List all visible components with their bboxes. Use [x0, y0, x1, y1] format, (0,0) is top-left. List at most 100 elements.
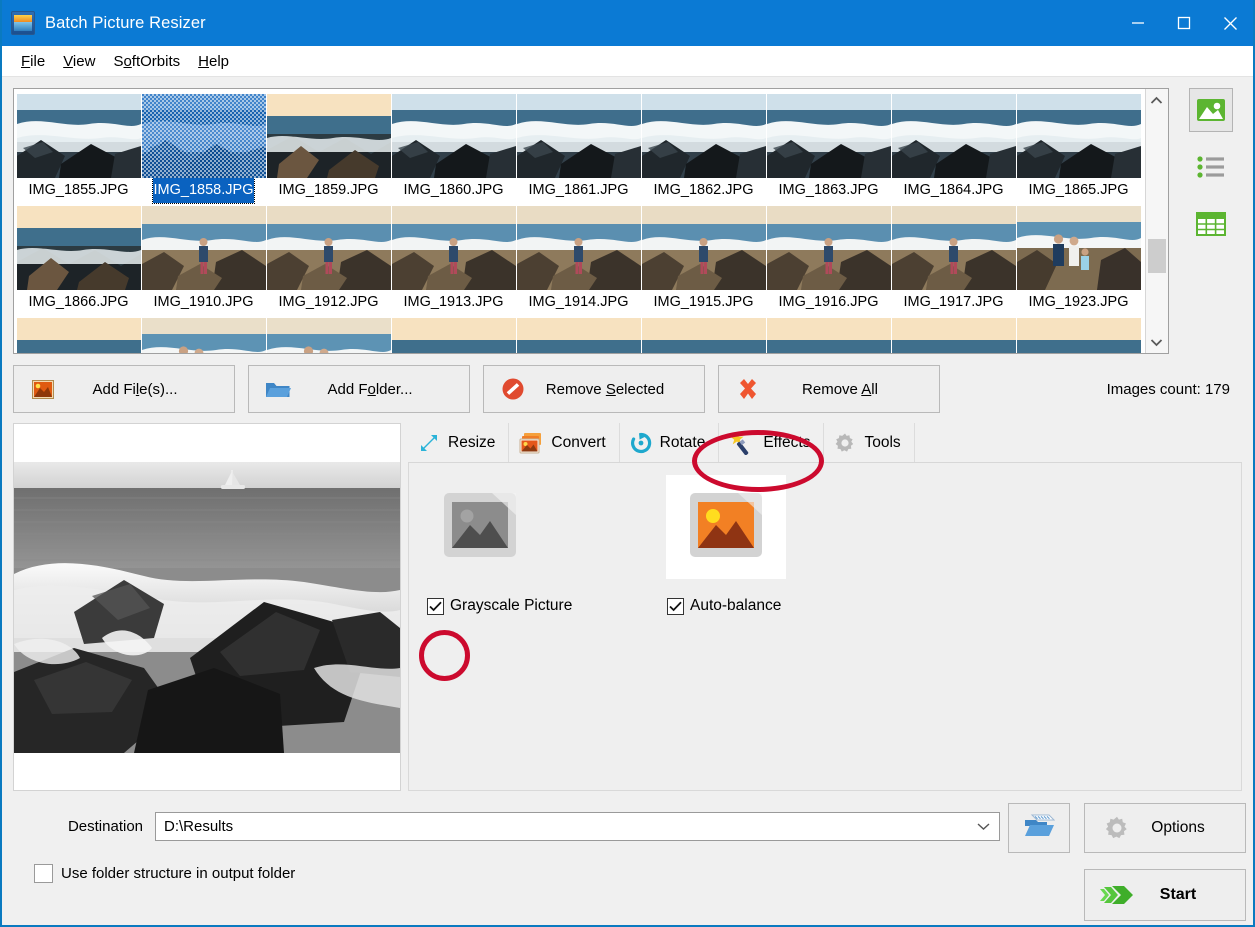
remove-all-button[interactable]: Remove All — [718, 365, 940, 413]
thumbnail-item[interactable] — [891, 315, 1016, 353]
thumbnail-item[interactable]: IMG_1859.JPG — [266, 91, 391, 203]
thumbnail-item[interactable]: IMG_1916.JPG — [766, 203, 891, 315]
tab-tools[interactable]: Tools — [824, 423, 915, 462]
thumbnail-list[interactable]: IMG_1855.JPG IMG_1858.JPG IMG_1859.JPG IMG_… — [13, 88, 1169, 354]
destination-input[interactable]: D:\Results — [155, 811, 1000, 841]
thumbnail-item[interactable] — [16, 315, 141, 353]
tab-effects[interactable]: Effects — [719, 423, 825, 462]
menu-item-file[interactable]: File — [12, 50, 54, 73]
thumbnail-scroll-area: IMG_1855.JPG IMG_1858.JPG IMG_1859.JPG IMG_… — [14, 89, 1145, 353]
thumbnail-image — [516, 206, 641, 290]
folder-structure-row[interactable]: Use folder structure in output folder — [34, 864, 1000, 883]
scroll-down-icon[interactable] — [1146, 331, 1168, 353]
magic-wand-icon — [729, 431, 755, 455]
thumbnail-item[interactable] — [766, 315, 891, 353]
thumbnail-image — [391, 206, 516, 290]
file-actions-toolbar: Add File(s)... Add Folder... Remove Sele… — [13, 365, 1242, 413]
thumbnail-filename: IMG_1914.JPG — [528, 294, 629, 310]
view-mode-thumbnails[interactable] — [1189, 88, 1234, 132]
thumbnail-item[interactable]: IMG_1912.JPG — [266, 203, 391, 315]
tab-convert[interactable]: Convert — [509, 423, 620, 462]
start-button[interactable]: Start — [1084, 869, 1246, 921]
thumbnail-item[interactable] — [641, 315, 766, 353]
thumbnail-item[interactable] — [391, 315, 516, 353]
grayscale-checkbox-row[interactable]: Grayscale Picture — [427, 597, 572, 615]
thumbnail-image — [266, 206, 391, 290]
destination-row: Destination D:\Results — [13, 811, 1000, 841]
thumbnail-item[interactable] — [141, 315, 266, 353]
folder-structure-checkbox[interactable] — [34, 864, 53, 883]
tab-rotate[interactable]: Rotate — [619, 423, 720, 462]
thumbnail-item[interactable] — [516, 315, 641, 353]
grayscale-checkbox[interactable] — [427, 597, 444, 615]
no-entry-icon — [498, 377, 528, 401]
thumbnail-image — [516, 94, 641, 178]
add-files-button[interactable]: Add File(s)... — [13, 365, 235, 413]
title-bar: Batch Picture Resizer — [2, 0, 1253, 46]
thumbnail-item[interactable]: IMG_1913.JPG — [391, 203, 516, 315]
window-title: Batch Picture Resizer — [45, 13, 206, 32]
remove-selected-button[interactable]: Remove Selected — [483, 365, 705, 413]
bottom-right-buttons: Options Start — [1000, 803, 1252, 921]
options-label: Options — [1151, 819, 1205, 836]
thumbnail-item[interactable]: IMG_1865.JPG — [1016, 91, 1141, 203]
scrollbar-thumb[interactable] — [1147, 239, 1166, 273]
view-mode-details[interactable] — [1189, 202, 1233, 246]
thumbnail-filename: IMG_1866.JPG — [28, 294, 129, 310]
view-mode-list[interactable] — [1189, 145, 1233, 189]
thumbnail-filename: IMG_1915.JPG — [653, 294, 754, 310]
grayscale-effect-thumbnail[interactable] — [427, 481, 533, 573]
scrollbar-track[interactable] — [1146, 111, 1168, 331]
thumbnail-image — [891, 94, 1016, 178]
thumbnail-filename: IMG_1910.JPG — [153, 294, 254, 310]
options-button[interactable]: Options — [1084, 803, 1246, 853]
thumbnail-item[interactable] — [266, 315, 391, 353]
thumbnail-filename: IMG_1913.JPG — [403, 294, 504, 310]
destination-area: Destination D:\Results Use folder struct… — [13, 803, 1000, 913]
thumbnail-image — [516, 318, 641, 353]
thumbnail-grid: IMG_1855.JPG IMG_1858.JPG IMG_1859.JPG IMG_… — [14, 89, 1145, 353]
chevron-down-icon[interactable] — [977, 818, 990, 835]
thumbnail-item[interactable]: IMG_1855.JPG — [16, 91, 141, 203]
close-icon[interactable] — [1207, 0, 1253, 46]
menu-item-view[interactable]: View — [54, 50, 104, 73]
preview-panel[interactable] — [13, 423, 401, 791]
thumbnail-filename: IMG_1864.JPG — [903, 182, 1004, 198]
thumbnail-item[interactable]: IMG_1860.JPG — [391, 91, 516, 203]
main-content: IMG_1855.JPG IMG_1858.JPG IMG_1859.JPG IMG_… — [2, 77, 1253, 925]
thumbnail-item[interactable]: IMG_1914.JPG — [516, 203, 641, 315]
thumbnail-filename: IMG_1917.JPG — [903, 294, 1004, 310]
autobalance-checkbox[interactable] — [667, 597, 684, 615]
minimize-icon[interactable] — [1115, 0, 1161, 46]
scroll-up-icon[interactable] — [1146, 89, 1168, 111]
browse-destination-button[interactable] — [1008, 803, 1070, 853]
tab-label-convert: Convert — [551, 433, 606, 451]
tab-resize[interactable]: Resize — [408, 423, 510, 462]
menu-item-help[interactable]: Help — [189, 50, 238, 73]
autobalance-effect-thumbnail[interactable] — [666, 475, 786, 579]
thumbnail-image — [266, 94, 391, 178]
thumbnail-item[interactable]: IMG_1866.JPG — [16, 203, 141, 315]
app-icon — [11, 11, 35, 35]
thumbnail-item[interactable] — [1016, 315, 1141, 353]
thumbnail-filename: IMG_1916.JPG — [778, 294, 879, 310]
maximize-icon[interactable] — [1161, 0, 1207, 46]
thumbnail-item[interactable]: IMG_1910.JPG — [141, 203, 266, 315]
thumbnail-item[interactable]: IMG_1923.JPG — [1016, 203, 1141, 315]
thumbnail-scrollbar[interactable] — [1144, 89, 1168, 353]
autobalance-checkbox-row[interactable]: Auto-balance — [667, 597, 781, 615]
thumbnail-image — [891, 206, 1016, 290]
menu-item-softorbits[interactable]: SoftOrbits — [104, 50, 189, 73]
folder-icon — [263, 379, 293, 399]
thumbnail-item[interactable]: IMG_1863.JPG — [766, 91, 891, 203]
thumbnail-item[interactable]: IMG_1862.JPG — [641, 91, 766, 203]
thumbnail-item[interactable]: IMG_1864.JPG — [891, 91, 1016, 203]
thumbnail-item[interactable]: IMG_1917.JPG — [891, 203, 1016, 315]
thumbnail-filename: IMG_1859.JPG — [278, 182, 379, 198]
thumbnail-item[interactable]: IMG_1861.JPG — [516, 91, 641, 203]
thumbnail-item[interactable]: IMG_1858.JPG — [141, 91, 266, 204]
autobalance-label: Auto-balance — [690, 597, 782, 614]
thumbnail-item[interactable]: IMG_1915.JPG — [641, 203, 766, 315]
tab-label-resize: Resize — [448, 433, 496, 451]
add-folder-button[interactable]: Add Folder... — [248, 365, 470, 413]
